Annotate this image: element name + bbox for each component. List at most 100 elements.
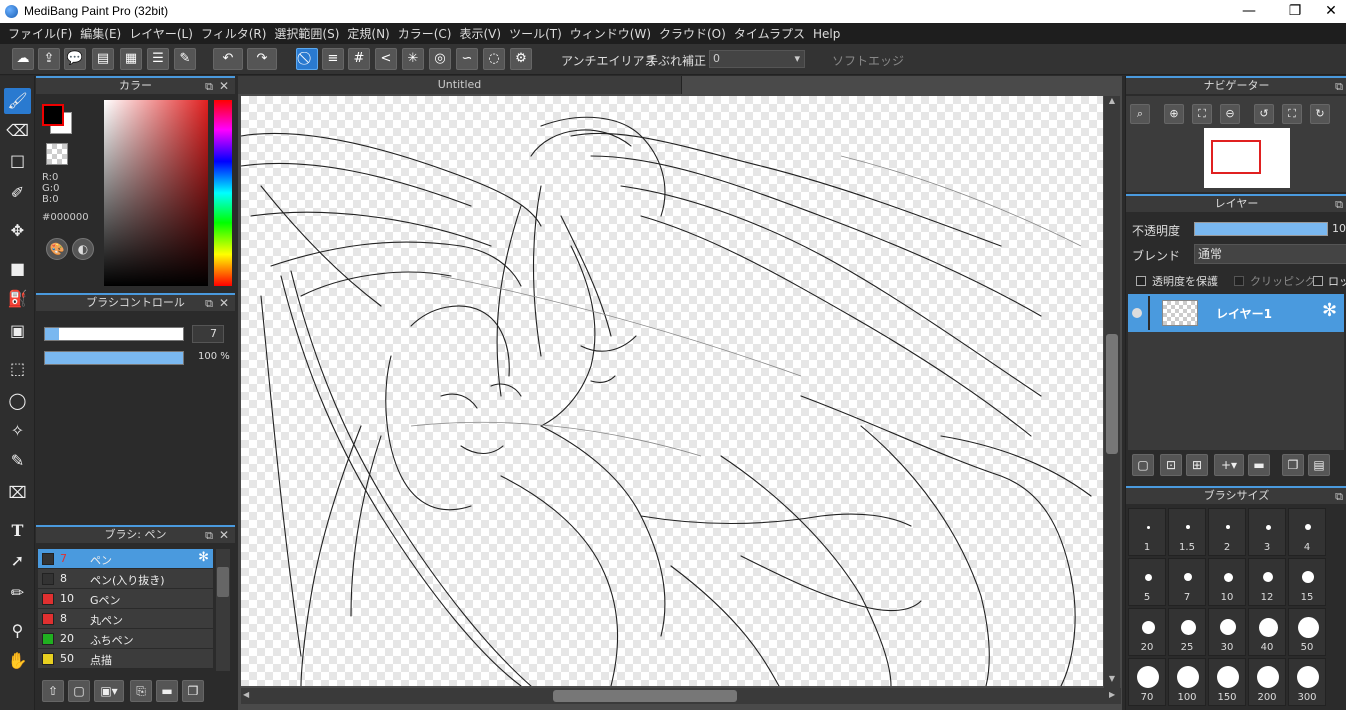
duplicate-brush-button[interactable]: ❐ bbox=[182, 680, 204, 702]
add-layer-menu-button[interactable]: +▾ bbox=[1214, 454, 1244, 476]
layer-folder-button[interactable]: ▬ bbox=[1248, 454, 1270, 476]
redo-button[interactable]: ↷ bbox=[247, 48, 277, 70]
ellipse-ruler-button[interactable]: ◌ bbox=[483, 48, 505, 70]
blend-select[interactable]: 通常 bbox=[1194, 244, 1346, 264]
lasso-tool[interactable]: ◯ bbox=[4, 388, 31, 414]
brush-list-item[interactable]: 10 Gペン bbox=[38, 589, 213, 609]
brush-size-option[interactable]: 200 bbox=[1248, 658, 1286, 706]
canvas-vertical-scrollbar[interactable]: ▲ ▼ bbox=[1104, 96, 1120, 688]
brush-size-option[interactable]: 7 bbox=[1168, 558, 1206, 606]
zoom-out-button[interactable]: ⊖ bbox=[1220, 104, 1240, 124]
blur-tool[interactable]: ✐ bbox=[4, 180, 31, 206]
select-eraser-tool[interactable]: ⌧ bbox=[4, 480, 31, 506]
shape-tool[interactable]: ■ bbox=[4, 256, 31, 282]
document-button[interactable]: ▦ bbox=[120, 48, 142, 70]
brush-size-option[interactable]: 40 bbox=[1248, 608, 1286, 656]
brush-size-option[interactable]: 15 bbox=[1288, 558, 1326, 606]
menu-select[interactable]: 選択範囲(S) bbox=[274, 25, 347, 42]
menu-window[interactable]: ウィンドウ(W) bbox=[570, 25, 659, 42]
canvas-horizontal-scrollbar[interactable]: ◀ ▶ bbox=[241, 688, 1121, 704]
copy-brush-button[interactable]: ⎘ bbox=[130, 680, 152, 702]
menu-color[interactable]: カラー(C) bbox=[398, 25, 460, 42]
popout-icon[interactable]: ⧉ bbox=[205, 528, 213, 544]
menu-view[interactable]: 表示(V) bbox=[459, 25, 509, 42]
zoom-fit-button[interactable]: ⌕ bbox=[1130, 104, 1150, 124]
frame-tool[interactable]: ✏ bbox=[4, 580, 31, 606]
transparent-color-swatch[interactable] bbox=[46, 143, 68, 165]
layer-row[interactable]: レイヤー1 ✻ bbox=[1128, 294, 1344, 332]
hue-slider[interactable] bbox=[214, 100, 232, 286]
ruler-off-button[interactable]: ⃠ bbox=[296, 48, 318, 70]
close-icon[interactable]: ✕ bbox=[219, 527, 229, 543]
gradient-tool[interactable]: ▣ bbox=[4, 318, 31, 344]
magic-wand-tool[interactable]: ✧ bbox=[4, 418, 31, 444]
eye-icon[interactable] bbox=[1132, 308, 1142, 318]
eyedropper-tool[interactable]: ⚲ bbox=[4, 618, 31, 644]
scroll-up-icon[interactable]: ▲ bbox=[1106, 96, 1118, 105]
scroll-left-icon[interactable]: ◀ bbox=[243, 690, 249, 699]
brush-size-option[interactable]: 20 bbox=[1128, 608, 1166, 656]
popout-icon[interactable]: ⧉ bbox=[205, 296, 213, 312]
add-brush-button[interactable]: ⇧ bbox=[42, 680, 64, 702]
new-1bit-layer-button[interactable]: ⊞ bbox=[1186, 454, 1208, 476]
menu-layer[interactable]: レイヤー(L) bbox=[129, 25, 201, 42]
brush-list-item[interactable]: 50 点描 bbox=[38, 649, 213, 669]
saturation-value-picker[interactable] bbox=[104, 100, 208, 286]
popout-icon[interactable]: ⧉ bbox=[1335, 197, 1343, 213]
perspective-ruler-button[interactable]: < bbox=[375, 48, 397, 70]
menu-file[interactable]: ファイル(F) bbox=[8, 25, 80, 42]
brush-folder-button[interactable]: ▬ bbox=[156, 680, 178, 702]
color-history-button[interactable]: ◐ bbox=[72, 238, 94, 260]
lock-checkbox[interactable] bbox=[1313, 276, 1323, 286]
navigator-viewport[interactable] bbox=[1211, 140, 1261, 174]
brush-size-option[interactable]: 30 bbox=[1208, 608, 1246, 656]
brush-size-option[interactable]: 4 bbox=[1288, 508, 1326, 556]
minimize-button[interactable]: — bbox=[1226, 0, 1272, 23]
brush-list-item[interactable]: 7 ペン ✻ bbox=[38, 549, 213, 569]
popout-icon[interactable]: ⧉ bbox=[205, 79, 213, 95]
popout-icon[interactable]: ⧉ bbox=[1335, 79, 1343, 95]
edit-panel-button[interactable]: ✎ bbox=[174, 48, 196, 70]
close-icon[interactable]: ✕ bbox=[219, 78, 229, 94]
message-button[interactable]: ▤ bbox=[92, 48, 114, 70]
new-brush-button[interactable]: ▢ bbox=[68, 680, 90, 702]
brush-menu-button[interactable]: ▣▾ bbox=[94, 680, 124, 702]
comment-button[interactable]: 💬 bbox=[64, 48, 86, 70]
brush-list-item[interactable]: 20 ふちペン bbox=[38, 629, 213, 649]
new-halftone-layer-button[interactable]: ⊡ bbox=[1160, 454, 1182, 476]
scroll-right-icon[interactable]: ▶ bbox=[1109, 690, 1115, 699]
layer-properties-button[interactable]: ▤ bbox=[1308, 454, 1330, 476]
restore-button[interactable]: ❐ bbox=[1272, 0, 1318, 23]
navigator-thumbnail[interactable] bbox=[1204, 128, 1290, 188]
brush-size-option[interactable]: 1 bbox=[1128, 508, 1166, 556]
brush-size-option[interactable]: 300 bbox=[1288, 658, 1326, 706]
rotate-right-button[interactable]: ↻ bbox=[1310, 104, 1330, 124]
parallel-ruler-button[interactable]: ≡ bbox=[322, 48, 344, 70]
brush-size-option[interactable]: 150 bbox=[1208, 658, 1246, 706]
cloud-button[interactable]: ☁ bbox=[12, 48, 34, 70]
brush-size-input[interactable]: 7 bbox=[192, 325, 224, 343]
brush-size-option[interactable]: 50 bbox=[1288, 608, 1326, 656]
clipping-checkbox[interactable] bbox=[1234, 276, 1244, 286]
brush-opacity-slider[interactable] bbox=[44, 351, 184, 365]
menu-filter[interactable]: フィルタ(R) bbox=[201, 25, 274, 42]
menu-cloud[interactable]: クラウド(O) bbox=[659, 25, 734, 42]
brush-size-option[interactable]: 25 bbox=[1168, 608, 1206, 656]
concentric-ruler-button[interactable]: ◎ bbox=[429, 48, 451, 70]
brush-size-option[interactable]: 1.5 bbox=[1168, 508, 1206, 556]
foreground-color-swatch[interactable] bbox=[42, 104, 64, 126]
dot-tool[interactable]: □ bbox=[4, 148, 31, 174]
brush-tool[interactable]: 🖌 bbox=[4, 88, 31, 114]
close-icon[interactable]: ✕ bbox=[219, 295, 229, 311]
brush-size-slider[interactable] bbox=[44, 327, 184, 341]
brush-size-option[interactable]: 5 bbox=[1128, 558, 1166, 606]
grid-ruler-button[interactable]: # bbox=[348, 48, 370, 70]
duplicate-layer-button[interactable]: ❐ bbox=[1282, 454, 1304, 476]
brush-list-scrollbar[interactable] bbox=[216, 549, 230, 671]
new-layer-button[interactable]: ▢ bbox=[1132, 454, 1154, 476]
hand-tool[interactable]: ✋ bbox=[4, 648, 31, 674]
gear-icon[interactable]: ✻ bbox=[1322, 300, 1337, 321]
drawing-canvas[interactable] bbox=[241, 96, 1103, 686]
fit-window-button[interactable]: ⛶ bbox=[1192, 104, 1212, 124]
menu-edit[interactable]: 編集(E) bbox=[80, 25, 129, 42]
